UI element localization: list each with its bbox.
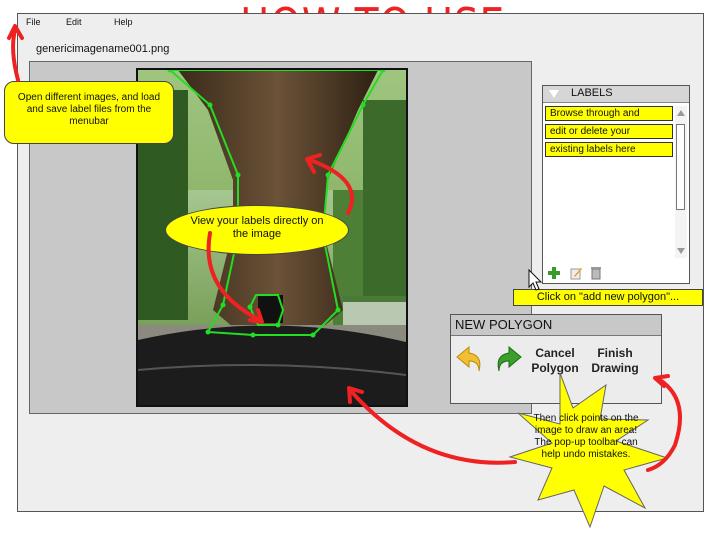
star-note: Then click points on the image to draw a… [533,413,639,460]
mouse-cursor-icon [528,268,543,291]
arrow-to-image [348,388,517,465]
arrow-to-polygon [308,158,354,215]
arrow-to-car [206,231,262,322]
arrow-to-menubar [11,28,20,82]
